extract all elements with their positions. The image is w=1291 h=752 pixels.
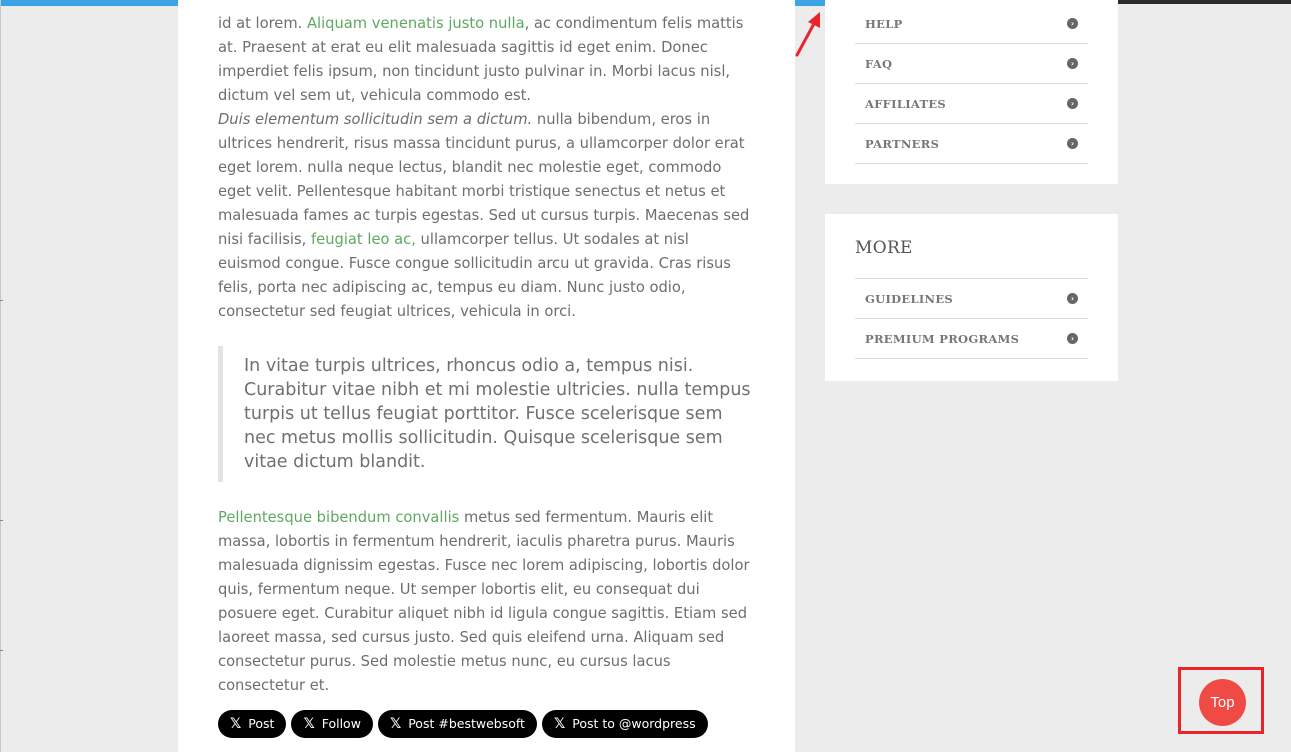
sidebar-item-guidelines[interactable]: GUIDELINES › xyxy=(855,278,1088,319)
circle-arrow-right-icon: › xyxy=(1067,138,1078,149)
x-hashtag-button[interactable]: 𝕏 Post #bestwebsoft xyxy=(377,710,537,738)
text: metus sed fermentum. Mauris elit massa, … xyxy=(218,509,750,694)
sidebar-item-affiliates[interactable]: AFFILIATES › xyxy=(855,84,1088,124)
article-content: id at lorem. Aliquam venenatis justo nul… xyxy=(218,12,755,738)
article-link[interactable]: Aliquam venenatis justo nulla xyxy=(307,15,525,32)
left-edge-tick xyxy=(0,300,3,301)
text: nulla bibendum, eros in ultrices hendrer… xyxy=(218,111,750,248)
share-button-label: Post xyxy=(248,716,275,731)
widget-title: MORE xyxy=(855,238,913,258)
text: id at lorem. xyxy=(218,15,307,32)
circle-arrow-right-icon: › xyxy=(1067,98,1078,109)
article-paragraph: Duis elementum sollicitudin sem a dictum… xyxy=(218,108,755,324)
x-follow-button[interactable]: 𝕏 Follow xyxy=(291,710,373,738)
sidebar-widget-links: HELP › FAQ › AFFILIATES › PARTNERS › xyxy=(825,0,1118,184)
circle-arrow-right-icon: › xyxy=(1067,18,1078,29)
sidebar-item-partners[interactable]: PARTNERS › xyxy=(855,124,1088,164)
share-button-label: Post to @wordpress xyxy=(572,716,696,731)
sidebar-menu: HELP › FAQ › AFFILIATES › PARTNERS › xyxy=(855,4,1088,164)
left-edge-tick xyxy=(0,650,3,651)
article-paragraph: Pellentesque bibendum convallis metus se… xyxy=(218,506,755,698)
article-link[interactable]: Pellentesque bibendum convallis xyxy=(218,509,459,526)
sidebar-item-label: PREMIUM PROGRAMS xyxy=(865,331,1020,346)
left-edge-tick xyxy=(0,520,3,521)
sidebar-item-premium-programs[interactable]: PREMIUM PROGRAMS › xyxy=(855,319,1088,359)
sidebar-menu: GUIDELINES › PREMIUM PROGRAMS › xyxy=(855,278,1088,359)
x-logo-icon: 𝕏 xyxy=(303,716,315,732)
sidebar-item-label: FAQ xyxy=(865,56,893,71)
sidebar-item-faq[interactable]: FAQ › xyxy=(855,44,1088,84)
share-button-label: Follow xyxy=(321,716,361,731)
share-buttons: 𝕏 Post 𝕏 Follow 𝕏 Post #bestwebsoft 𝕏 Post t… xyxy=(218,710,755,738)
circle-arrow-right-icon: › xyxy=(1067,333,1078,344)
x-post-button[interactable]: 𝕏 Post xyxy=(218,710,287,738)
share-button-label: Post #bestwebsoft xyxy=(408,716,525,731)
x-logo-icon: 𝕏 xyxy=(553,716,566,732)
window-left-edge xyxy=(0,0,1,752)
sidebar-item-label: GUIDELINES xyxy=(865,291,954,306)
sidebar-item-help[interactable]: HELP › xyxy=(855,4,1088,44)
x-mention-button[interactable]: 𝕏 Post to @wordpress xyxy=(541,710,708,738)
blockquote: In vitae turpis ultrices, rhoncus odio a… xyxy=(218,346,755,482)
sidebar-item-label: HELP xyxy=(865,16,903,31)
sidebar-item-label: AFFILIATES xyxy=(865,96,947,111)
sidebar-widget-more: MORE GUIDELINES › PREMIUM PROGRAMS › xyxy=(825,214,1118,381)
article-link[interactable]: feugiat leo ac, xyxy=(311,231,416,248)
article-paragraph: id at lorem. Aliquam venenatis justo nul… xyxy=(218,12,755,108)
x-logo-icon: 𝕏 xyxy=(389,716,402,732)
sidebar-item-label: PARTNERS xyxy=(865,136,940,151)
back-to-top-button[interactable]: Top xyxy=(1199,679,1246,726)
annotation-arrow-icon xyxy=(795,12,820,57)
circle-arrow-right-icon: › xyxy=(1067,58,1078,69)
x-logo-icon: 𝕏 xyxy=(230,716,242,732)
italic-text: Duis elementum sollicitudin sem a dictum… xyxy=(218,111,533,128)
circle-arrow-right-icon: › xyxy=(1067,293,1078,304)
article-column: id at lorem. Aliquam venenatis justo nul… xyxy=(178,0,795,752)
